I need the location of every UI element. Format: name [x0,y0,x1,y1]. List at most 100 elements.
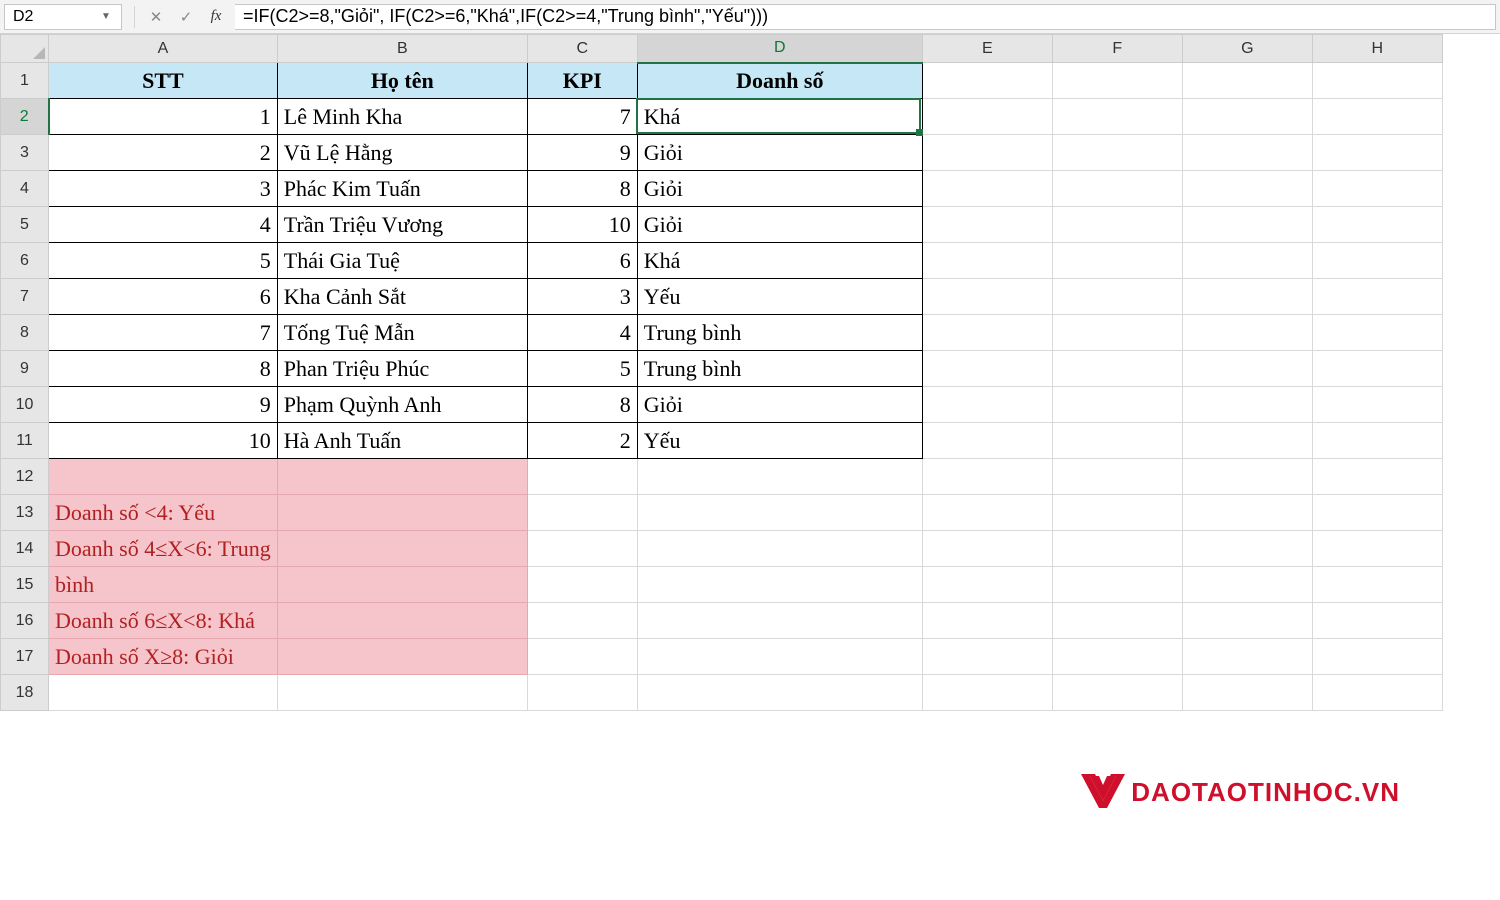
cell-E9[interactable] [922,351,1052,387]
column-header-D[interactable]: D [637,35,922,63]
row-header-2[interactable]: 2 [1,99,49,135]
cell-H11[interactable] [1312,423,1442,459]
cell-H16[interactable] [1312,603,1442,639]
cell-G16[interactable] [1182,603,1312,639]
row-header-6[interactable]: 6 [1,243,49,279]
cell-E5[interactable] [922,207,1052,243]
cell-B5[interactable]: Trần Triệu Vương [277,207,527,243]
row-header-16[interactable]: 16 [1,603,49,639]
cell-G18[interactable] [1182,675,1312,711]
cell-E14[interactable] [922,531,1052,567]
cell-B12[interactable] [277,459,527,495]
cell-A8[interactable]: 7 [49,315,278,351]
cell-C6[interactable]: 6 [527,243,637,279]
cell-A16[interactable]: Doanh số 6≤X<8: Khá [49,603,278,639]
cell-F17[interactable] [1052,639,1182,675]
row-header-18[interactable]: 18 [1,675,49,711]
cell-H1[interactable] [1312,63,1442,99]
cell-A14[interactable]: Doanh số 4≤X<6: Trung [49,531,278,567]
cell-E2[interactable] [922,99,1052,135]
cell-F16[interactable] [1052,603,1182,639]
cell-H18[interactable] [1312,675,1442,711]
row-header-11[interactable]: 11 [1,423,49,459]
cell-C8[interactable]: 4 [527,315,637,351]
cell-B16[interactable] [277,603,527,639]
cell-D8[interactable]: Trung bình [637,315,922,351]
cell-D18[interactable] [637,675,922,711]
cell-H15[interactable] [1312,567,1442,603]
cell-E1[interactable] [922,63,1052,99]
cell-F10[interactable] [1052,387,1182,423]
cell-C14[interactable] [527,531,637,567]
cell-A9[interactable]: 8 [49,351,278,387]
cell-B6[interactable]: Thái Gia Tuệ [277,243,527,279]
cell-F4[interactable] [1052,171,1182,207]
cell-H8[interactable] [1312,315,1442,351]
column-header-F[interactable]: F [1052,35,1182,63]
row-header-12[interactable]: 12 [1,459,49,495]
cell-H14[interactable] [1312,531,1442,567]
cell-E18[interactable] [922,675,1052,711]
cell-G8[interactable] [1182,315,1312,351]
cell-E12[interactable] [922,459,1052,495]
cell-D17[interactable] [637,639,922,675]
cell-H5[interactable] [1312,207,1442,243]
row-header-8[interactable]: 8 [1,315,49,351]
row-header-7[interactable]: 7 [1,279,49,315]
cell-G17[interactable] [1182,639,1312,675]
cell-C17[interactable] [527,639,637,675]
cell-F3[interactable] [1052,135,1182,171]
cell-D13[interactable] [637,495,922,531]
row-header-10[interactable]: 10 [1,387,49,423]
spreadsheet-grid[interactable]: ABCDEFGH 1STTHọ tênKPIDoanh số21Lê Minh … [0,34,1500,711]
cell-F15[interactable] [1052,567,1182,603]
cell-D1[interactable]: Doanh số [637,63,922,99]
cell-G4[interactable] [1182,171,1312,207]
cell-A5[interactable]: 4 [49,207,278,243]
cell-A4[interactable]: 3 [49,171,278,207]
cell-D10[interactable]: Giỏi [637,387,922,423]
row-header-1[interactable]: 1 [1,63,49,99]
cell-B10[interactable]: Phạm Quỳnh Anh [277,387,527,423]
cell-B17[interactable] [277,639,527,675]
formula-input[interactable]: =IF(C2>=8,"Giỏi", IF(C2>=6,"Khá",IF(C2>=… [235,4,1496,30]
cell-F7[interactable] [1052,279,1182,315]
cell-F12[interactable] [1052,459,1182,495]
row-header-5[interactable]: 5 [1,207,49,243]
cell-E3[interactable] [922,135,1052,171]
cell-H2[interactable] [1312,99,1442,135]
insert-function-button[interactable]: fx [203,5,229,29]
cell-E17[interactable] [922,639,1052,675]
cell-F6[interactable] [1052,243,1182,279]
cell-A18[interactable] [49,675,278,711]
cell-D7[interactable]: Yếu [637,279,922,315]
cell-A15[interactable]: bình [49,567,278,603]
cell-B7[interactable]: Kha Cảnh Sắt [277,279,527,315]
cell-C4[interactable]: 8 [527,171,637,207]
cell-C1[interactable]: KPI [527,63,637,99]
cell-E8[interactable] [922,315,1052,351]
cell-F8[interactable] [1052,315,1182,351]
cell-F5[interactable] [1052,207,1182,243]
cell-C11[interactable]: 2 [527,423,637,459]
row-header-3[interactable]: 3 [1,135,49,171]
cell-F13[interactable] [1052,495,1182,531]
cell-G6[interactable] [1182,243,1312,279]
cell-D16[interactable] [637,603,922,639]
cell-D6[interactable]: Khá [637,243,922,279]
cell-H12[interactable] [1312,459,1442,495]
cell-B4[interactable]: Phác Kim Tuấn [277,171,527,207]
cell-F14[interactable] [1052,531,1182,567]
cell-A3[interactable]: 2 [49,135,278,171]
cell-A12[interactable] [49,459,278,495]
cell-C15[interactable] [527,567,637,603]
cell-B8[interactable]: Tống Tuệ Mẫn [277,315,527,351]
cell-E15[interactable] [922,567,1052,603]
cell-D12[interactable] [637,459,922,495]
cell-C9[interactable]: 5 [527,351,637,387]
cell-C18[interactable] [527,675,637,711]
row-header-14[interactable]: 14 [1,531,49,567]
cell-E16[interactable] [922,603,1052,639]
cell-D9[interactable]: Trung bình [637,351,922,387]
row-header-17[interactable]: 17 [1,639,49,675]
